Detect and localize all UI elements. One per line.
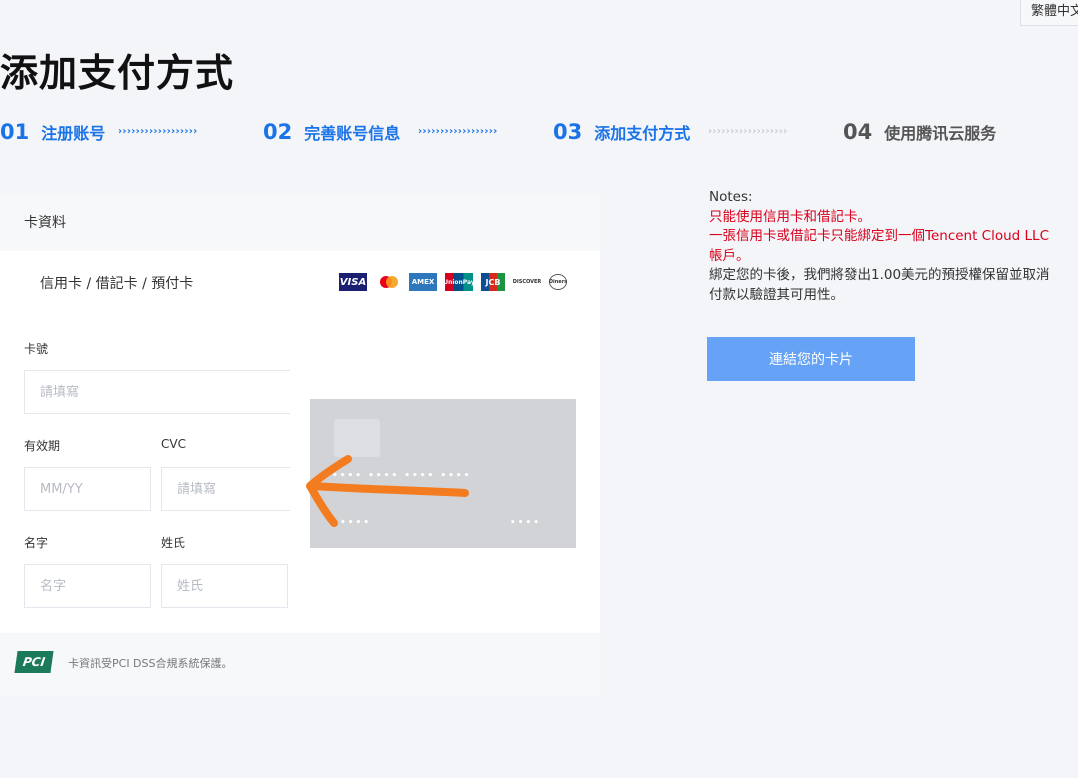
panel-footer: PCI 卡資訊受PCI DSS合規系統保護。: [0, 633, 600, 696]
notes-title: Notes:: [709, 189, 753, 205]
visa-logo: VISA: [339, 273, 367, 291]
step-1-number: 01: [0, 120, 30, 144]
step-2-number: 02: [263, 120, 293, 144]
step-2-label: 完善账号信息: [304, 124, 401, 143]
card-number-input[interactable]: [24, 370, 290, 414]
step-2: 02 完善账号信息: [263, 116, 400, 148]
step-1: 01 注册账号: [0, 116, 105, 148]
mastercard-logo: [375, 273, 401, 291]
first-name-label: 名字: [24, 536, 49, 550]
step-connector-arrows: ››››››››››››››››››: [708, 126, 788, 137]
pci-dss-logo: PCI: [14, 651, 54, 673]
notes-section: Notes: 只能使用信用卡和借記卡。 一張信用卡或借記卡只能綁定到一個Tenc…: [709, 188, 1059, 306]
panel-header: 卡資料: [0, 193, 600, 251]
link-card-button[interactable]: 連結您的卡片: [707, 337, 915, 381]
step-4: 04 使用腾讯云服务: [843, 116, 996, 148]
first-name-input[interactable]: [24, 564, 151, 608]
step-3-number: 03: [553, 120, 583, 144]
card-types-label: 信用卡 / 借記卡 / 預付卡: [40, 276, 194, 292]
last-name-input[interactable]: [161, 564, 288, 608]
step-progress: 01 注册账号 ›››››››››››››››››› 02 完善账号信息 ›››…: [0, 116, 1078, 148]
step-4-label: 使用腾讯云服务: [884, 124, 997, 143]
step-connector-arrows: ››››››››››››››››››: [118, 126, 198, 137]
step-3: 03 添加支付方式: [553, 116, 690, 148]
language-switch-button[interactable]: 繁體中文: [1020, 0, 1078, 26]
security-note: 卡資訊受PCI DSS合規系統保護。: [68, 657, 233, 670]
discover-logo: DISCOVER: [512, 279, 542, 285]
step-1-label: 注册账号: [41, 124, 106, 143]
annotation-arrow-icon: [306, 455, 469, 527]
note-one-account-per-card: 一張信用卡或借記卡只能綁定到一個Tencent Cloud LLC帳戶。: [709, 228, 1050, 264]
page-title: 添加支付方式: [0, 51, 235, 95]
card-number-label: 卡號: [24, 342, 49, 356]
unionpay-logo: UnionPay: [443, 273, 475, 291]
cvc-label: CVC: [161, 437, 186, 451]
card-expiry-dots: ••••: [510, 518, 542, 528]
cvc-input[interactable]: [161, 467, 290, 511]
step-3-label: 添加支付方式: [594, 124, 691, 143]
panel-heading: 卡資料: [24, 215, 66, 231]
diners-logo: Diners: [549, 274, 567, 290]
card-brand-logos: VISA AMEX UnionPay JCB DISCOVER Diners: [339, 273, 567, 291]
expiry-label: 有效期: [24, 439, 61, 453]
jcb-logo: JCB: [481, 273, 505, 291]
step-4-number: 04: [843, 120, 873, 144]
card-details-panel: 卡資料 信用卡 / 借記卡 / 預付卡 VISA AMEX UnionPay J…: [0, 193, 600, 696]
note-preauthorization: 綁定您的卡後，我們將發出1.00美元的預授權保留並取消付款以驗證其可用性。: [709, 267, 1050, 303]
amex-logo: AMEX: [409, 273, 437, 291]
step-connector-arrows: ››››››››››››››››››: [418, 126, 498, 137]
note-credit-debit-only: 只能使用信用卡和借記卡。: [709, 208, 871, 225]
last-name-label: 姓氏: [161, 536, 186, 550]
expiry-input[interactable]: [24, 467, 151, 511]
